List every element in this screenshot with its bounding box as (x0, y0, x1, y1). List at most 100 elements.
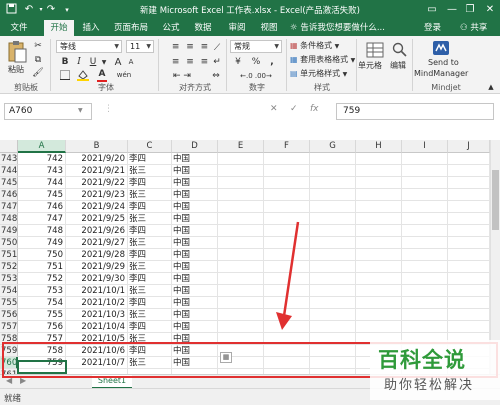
cell-d[interactable]: 中国 (172, 201, 218, 213)
cell-b[interactable]: 2021/9/20 (66, 153, 128, 165)
cell-d[interactable]: 中国 (172, 249, 218, 261)
cell-d[interactable]: 中国 (172, 153, 218, 165)
row-header[interactable]: 744 (0, 165, 18, 177)
tab-data[interactable]: 数据 (190, 20, 216, 36)
cell-e[interactable] (218, 297, 264, 309)
cell-e[interactable] (218, 249, 264, 261)
cell-c[interactable]: 李四 (128, 273, 172, 285)
cell-i[interactable] (402, 273, 448, 285)
cell-e[interactable] (218, 237, 264, 249)
cell-b[interactable]: 2021/10/3 (66, 309, 128, 321)
cell-a[interactable]: 749 (18, 237, 66, 249)
number-format-select[interactable]: 常规 ▼ (230, 40, 282, 53)
cell-g[interactable] (310, 285, 356, 297)
bold-button[interactable]: B (60, 56, 70, 69)
cell-e[interactable] (218, 177, 264, 189)
currency-button[interactable]: ¥ (232, 56, 244, 69)
cell-c[interactable]: 李四 (128, 153, 172, 165)
minimize-icon[interactable]: — (444, 2, 460, 18)
cell-i[interactable] (402, 165, 448, 177)
row-header[interactable]: 752 (0, 261, 18, 273)
cell-d[interactable]: 中国 (172, 273, 218, 285)
cell-e[interactable] (218, 213, 264, 225)
cell-b[interactable]: 2021/9/29 (66, 261, 128, 273)
tab-home[interactable]: 开始 (44, 20, 74, 36)
cells-button[interactable] (366, 42, 384, 61)
collapse-ribbon-icon[interactable]: ▲ (486, 81, 496, 94)
tab-insert[interactable]: 插入 (78, 20, 104, 36)
cell-h[interactable] (356, 273, 402, 285)
cell-a[interactable]: 753 (18, 285, 66, 297)
cell-g[interactable] (310, 213, 356, 225)
cell-j[interactable] (448, 297, 490, 309)
cell-d[interactable]: 中国 (172, 321, 218, 333)
cell-b[interactable]: 2021/9/27 (66, 237, 128, 249)
cell-c[interactable]: 李四 (128, 177, 172, 189)
cell-h[interactable] (356, 237, 402, 249)
editing-button[interactable] (392, 42, 408, 61)
cell-g[interactable] (310, 237, 356, 249)
row-header[interactable]: 748 (0, 213, 18, 225)
cell-f[interactable] (264, 165, 310, 177)
cell-d[interactable]: 中国 (172, 297, 218, 309)
column-header-j[interactable]: J (448, 140, 490, 153)
cell-a[interactable]: 747 (18, 213, 66, 225)
cut-icon[interactable]: ✂ (32, 40, 44, 53)
cell-c[interactable]: 张三 (128, 165, 172, 177)
paste-button[interactable] (6, 40, 28, 67)
comma-button[interactable]: , (266, 56, 278, 69)
cell-j[interactable] (448, 273, 490, 285)
cell-c[interactable]: 李四 (128, 321, 172, 333)
phonetic-guide-button[interactable]: wén (116, 69, 132, 82)
cell-a[interactable]: 752 (18, 273, 66, 285)
cell-g[interactable] (310, 261, 356, 273)
cell-i[interactable] (402, 153, 448, 165)
scroll-thumb[interactable] (492, 170, 499, 230)
row-header[interactable]: 746 (0, 189, 18, 201)
cell-i[interactable] (402, 177, 448, 189)
cell-h[interactable] (356, 225, 402, 237)
row-header[interactable]: 745 (0, 177, 18, 189)
cell-j[interactable] (448, 201, 490, 213)
cell-b[interactable]: 2021/9/22 (66, 177, 128, 189)
font-name-select[interactable]: 等线 ▼ (56, 40, 122, 53)
cell-b[interactable]: 2021/9/28 (66, 249, 128, 261)
tab-file[interactable]: 文件 (6, 20, 32, 36)
cell-c[interactable]: 李四 (128, 297, 172, 309)
cell-a[interactable]: 756 (18, 321, 66, 333)
cell-j[interactable] (448, 249, 490, 261)
column-header-d[interactable]: D (172, 140, 218, 153)
cell-a[interactable]: 748 (18, 225, 66, 237)
cell-i[interactable] (402, 285, 448, 297)
cell-i[interactable] (402, 189, 448, 201)
cell-e[interactable] (218, 153, 264, 165)
cell-g[interactable] (310, 201, 356, 213)
cell-a[interactable]: 755 (18, 309, 66, 321)
cell-h[interactable] (356, 285, 402, 297)
column-header-f[interactable]: F (264, 140, 310, 153)
cell-e[interactable] (218, 309, 264, 321)
cell-e[interactable] (218, 321, 264, 333)
cell-b[interactable]: 2021/10/1 (66, 285, 128, 297)
cell-d[interactable]: 中国 (172, 165, 218, 177)
tab-formulas[interactable]: 公式 (158, 20, 184, 36)
cell-j[interactable] (448, 261, 490, 273)
formula-input[interactable]: 759 (336, 103, 494, 120)
cell-j[interactable] (448, 225, 490, 237)
row-header[interactable]: 749 (0, 225, 18, 237)
cell-d[interactable]: 中国 (172, 189, 218, 201)
cell-styles-button[interactable]: ▤ 单元格样式 ▼ (290, 68, 347, 81)
orientation-icon[interactable]: ⟋ (210, 42, 224, 55)
cell-f[interactable] (264, 153, 310, 165)
cell-a[interactable]: 746 (18, 201, 66, 213)
cell-i[interactable] (402, 261, 448, 273)
row-header[interactable]: 757 (0, 321, 18, 333)
cell-j[interactable] (448, 153, 490, 165)
spreadsheet-grid[interactable]: A B C D E F G H I J 743 742 2021/9/20 李四 中国 7… (0, 140, 500, 374)
ribbon-display-options-icon[interactable]: ▭ (424, 2, 440, 18)
cell-b[interactable]: 2021/9/30 (66, 273, 128, 285)
cell-i[interactable] (402, 297, 448, 309)
cell-c[interactable]: 张三 (128, 309, 172, 321)
row-header[interactable]: 751 (0, 249, 18, 261)
cell-d[interactable]: 中国 (172, 285, 218, 297)
